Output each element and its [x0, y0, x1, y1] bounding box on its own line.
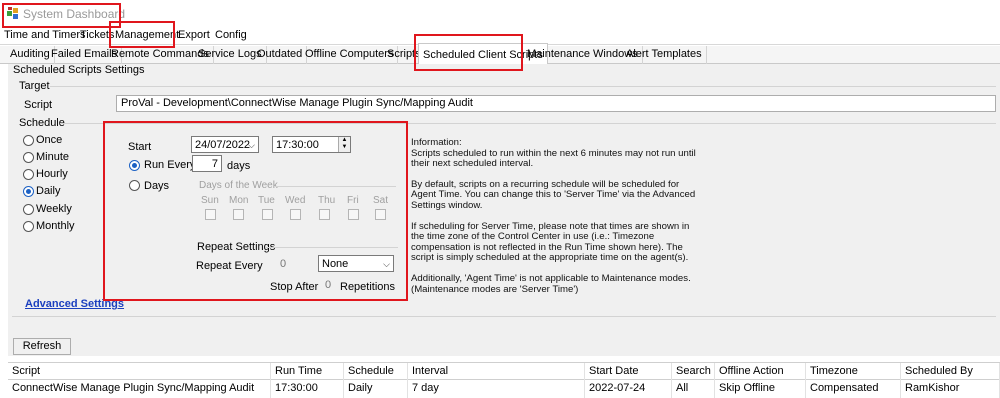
dow-sat-label: Sat: [373, 195, 389, 206]
schedule-monthly-radio[interactable]: [23, 221, 34, 232]
dow-sun-checkbox[interactable]: [205, 209, 216, 220]
dow-fri-label: Fri: [347, 195, 359, 206]
schedule-weekly-label: Weekly: [36, 203, 72, 215]
days-radio[interactable]: [129, 180, 140, 191]
schedule-hourly-radio[interactable]: [23, 169, 34, 180]
app-grid-icon: [7, 7, 18, 19]
dow-mon-checkbox[interactable]: [233, 209, 244, 220]
target-label: Target: [19, 80, 50, 92]
start-date-picker[interactable]: 24/07/2022 ⌵: [191, 136, 259, 153]
dow-wed-label: Wed: [285, 195, 306, 206]
col-script[interactable]: Script: [8, 363, 271, 381]
repeat-every-label: Repeat Every: [196, 260, 263, 272]
repeat-divider: [265, 247, 398, 248]
information-text: Information: Scripts scheduled to run wi…: [411, 137, 701, 305]
schedule-once-radio[interactable]: [23, 135, 34, 146]
table-row[interactable]: ConnectWise Manage Plugin Sync/Mapping A…: [8, 380, 1000, 398]
cell-timezone: Compensated: [806, 380, 901, 398]
dow-sun-label: Sun: [201, 195, 219, 206]
chevron-down-icon: ⌵: [248, 140, 255, 150]
tab-alert-templates[interactable]: Alert Templates: [622, 46, 707, 64]
dow-fri-checkbox[interactable]: [348, 209, 359, 220]
tab-outdated[interactable]: Outdated: [253, 46, 308, 64]
dow-tue-label: Tue: [258, 195, 275, 206]
schedule-label: Schedule: [19, 117, 65, 129]
dow-tue-checkbox[interactable]: [262, 209, 273, 220]
cell-scheduled-by: RamKishor: [901, 380, 1000, 398]
start-date-value: 24/07/2022: [195, 139, 251, 151]
schedule-weekly-radio[interactable]: [23, 204, 34, 215]
dow-wed-checkbox[interactable]: [290, 209, 301, 220]
tab-bar: Auditing Failed Emails Remote Commands S…: [0, 43, 1000, 65]
panel-divider: [12, 316, 996, 317]
advanced-settings-link[interactable]: Advanced Settings: [25, 298, 124, 310]
cell-schedule: Daily: [344, 380, 408, 398]
cell-run-time: 17:30:00: [271, 380, 344, 398]
chevron-down-icon: ⌵: [383, 259, 390, 269]
repeat-settings-title: Repeat Settings: [197, 241, 276, 253]
info-paragraph-4: Additionally, 'Agent Time' is not applic…: [411, 272, 691, 295]
repeat-unit-value: None: [322, 258, 349, 270]
col-timezone[interactable]: Timezone: [806, 363, 901, 381]
info-paragraph-2: By default, scripts on a recurring sched…: [411, 178, 696, 211]
days-unit-label: days: [227, 160, 251, 172]
days-label: Days: [144, 180, 170, 192]
schedule-minute-radio[interactable]: [23, 152, 34, 163]
menu-management[interactable]: Management: [115, 29, 179, 41]
schedule-once-label: Once: [36, 134, 63, 146]
cell-start-date: 2022-07-24: [585, 380, 672, 398]
window-title: System Dashboard: [23, 7, 126, 21]
schedule-hourly-label: Hourly: [36, 168, 68, 180]
target-divider: [50, 86, 996, 87]
stop-after-value[interactable]: 0: [325, 279, 331, 291]
col-start-date[interactable]: Start Date: [585, 363, 672, 381]
run-every-radio[interactable]: [129, 160, 140, 171]
menu-tickets[interactable]: Tickets: [80, 29, 114, 41]
grid-header: Script Run Time Schedule Interval Start …: [8, 362, 1000, 381]
run-every-input[interactable]: 7: [192, 155, 222, 172]
col-run-time[interactable]: Run Time: [271, 363, 344, 381]
cell-offline-action: Skip Offline: [715, 380, 806, 398]
col-offline-action[interactable]: Offline Action: [715, 363, 806, 381]
menu-export[interactable]: Export: [178, 29, 210, 41]
info-paragraph-1: Information: Scripts scheduled to run wi…: [411, 137, 696, 170]
dow-mon-label: Mon: [229, 195, 249, 206]
title-bar: System Dashboard: [0, 0, 1000, 27]
stop-after-label: Stop After: [270, 281, 319, 293]
info-paragraph-3: If scheduling for Server Time, please no…: [411, 220, 690, 264]
settings-title: Scheduled Scripts Settings: [13, 64, 145, 76]
days-of-week-title: Days of the Week: [199, 180, 278, 191]
col-scheduled-by[interactable]: Scheduled By: [901, 363, 1000, 381]
schedule-daily-radio[interactable]: [23, 186, 34, 197]
spinner-icon[interactable]: ▲ ▼: [338, 137, 350, 152]
dow-thu-label: Thu: [318, 195, 336, 206]
start-time-field[interactable]: 17:30:00 ▲ ▼: [272, 136, 351, 153]
dow-thu-checkbox[interactable]: [319, 209, 330, 220]
schedule-minute-label: Minute: [36, 151, 70, 163]
dow-sat-checkbox[interactable]: [375, 209, 386, 220]
repeat-unit-select[interactable]: None ⌵: [318, 255, 394, 272]
script-field[interactable]: ProVal - Development\ConnectWise Manage …: [116, 95, 996, 112]
start-time-value: 17:30:00: [276, 139, 319, 151]
col-search[interactable]: Search: [672, 363, 715, 381]
schedule-daily-label: Daily: [36, 185, 61, 197]
col-interval[interactable]: Interval: [408, 363, 585, 381]
menu-time-and-timers[interactable]: Time and Timers: [4, 29, 86, 41]
dow-divider: [276, 186, 396, 187]
schedule-divider: [60, 123, 996, 124]
start-label: Start: [128, 141, 152, 153]
refresh-button[interactable]: Refresh: [13, 338, 71, 355]
col-schedule[interactable]: Schedule: [344, 363, 408, 381]
repetitions-label: Repetitions: [340, 281, 396, 293]
menu-config[interactable]: Config: [215, 29, 247, 41]
schedule-monthly-label: Monthly: [36, 220, 75, 232]
cell-search: All: [672, 380, 715, 398]
cell-interval: 7 day: [408, 380, 585, 398]
script-label: Script: [24, 99, 53, 111]
repeat-every-value[interactable]: 0: [280, 258, 286, 270]
run-every-label: Run Every: [144, 159, 196, 171]
cell-script: ConnectWise Manage Plugin Sync/Mapping A…: [8, 380, 271, 398]
